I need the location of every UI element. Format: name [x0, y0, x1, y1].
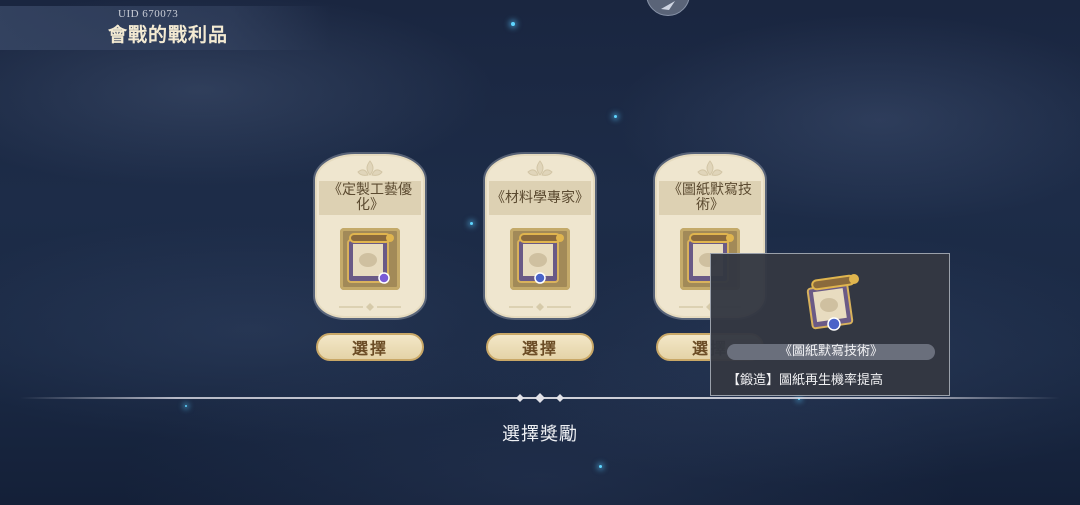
blueprint-scroll-icon [347, 233, 394, 284]
star-particle [470, 222, 473, 225]
item-tooltip: 《圖紙默寫技術》 【鍛造】圖紙再生機率提高 [710, 253, 950, 396]
tooltip-item-name: 《圖紙默寫技術》 [727, 344, 935, 360]
fleur-ornament-icon [697, 160, 723, 176]
page-title: 會戰的戰利品 [108, 24, 229, 46]
card-title: 《材料學專家》 [489, 181, 591, 215]
select-button[interactable]: 選擇 [486, 333, 594, 361]
arrow-icon [661, 1, 675, 10]
card-title: 《定製工藝優化》 [319, 181, 421, 215]
star-particle [614, 115, 617, 118]
star-particle [511, 22, 515, 26]
blueprint-scroll-icon [806, 274, 859, 331]
reward-card[interactable]: 《定製工藝優化》 [315, 154, 425, 318]
diamond-ornament-icon [516, 393, 564, 403]
star-particle [185, 405, 187, 407]
fleur-ornament-icon [527, 160, 553, 176]
card-icon-frame [510, 228, 570, 290]
uid-label: UID 670073 [118, 8, 179, 20]
tooltip-description: 【鍛造】圖紙再生機率提高 [727, 373, 884, 388]
star-particle [599, 465, 602, 468]
card-bottom-ornament-icon [509, 303, 571, 311]
reward-card[interactable]: 《材料學專家》 [485, 154, 595, 318]
card-icon-frame [340, 228, 400, 290]
blueprint-scroll-icon [517, 233, 564, 284]
select-reward-label: 選擇獎勵 [502, 424, 578, 445]
card-bottom-ornament-icon [339, 303, 401, 311]
top-menu-button[interactable] [646, 0, 690, 16]
fleur-ornament-icon [357, 160, 383, 176]
select-button[interactable]: 選擇 [316, 333, 424, 361]
card-title: 《圖紙默寫技術》 [659, 181, 761, 215]
